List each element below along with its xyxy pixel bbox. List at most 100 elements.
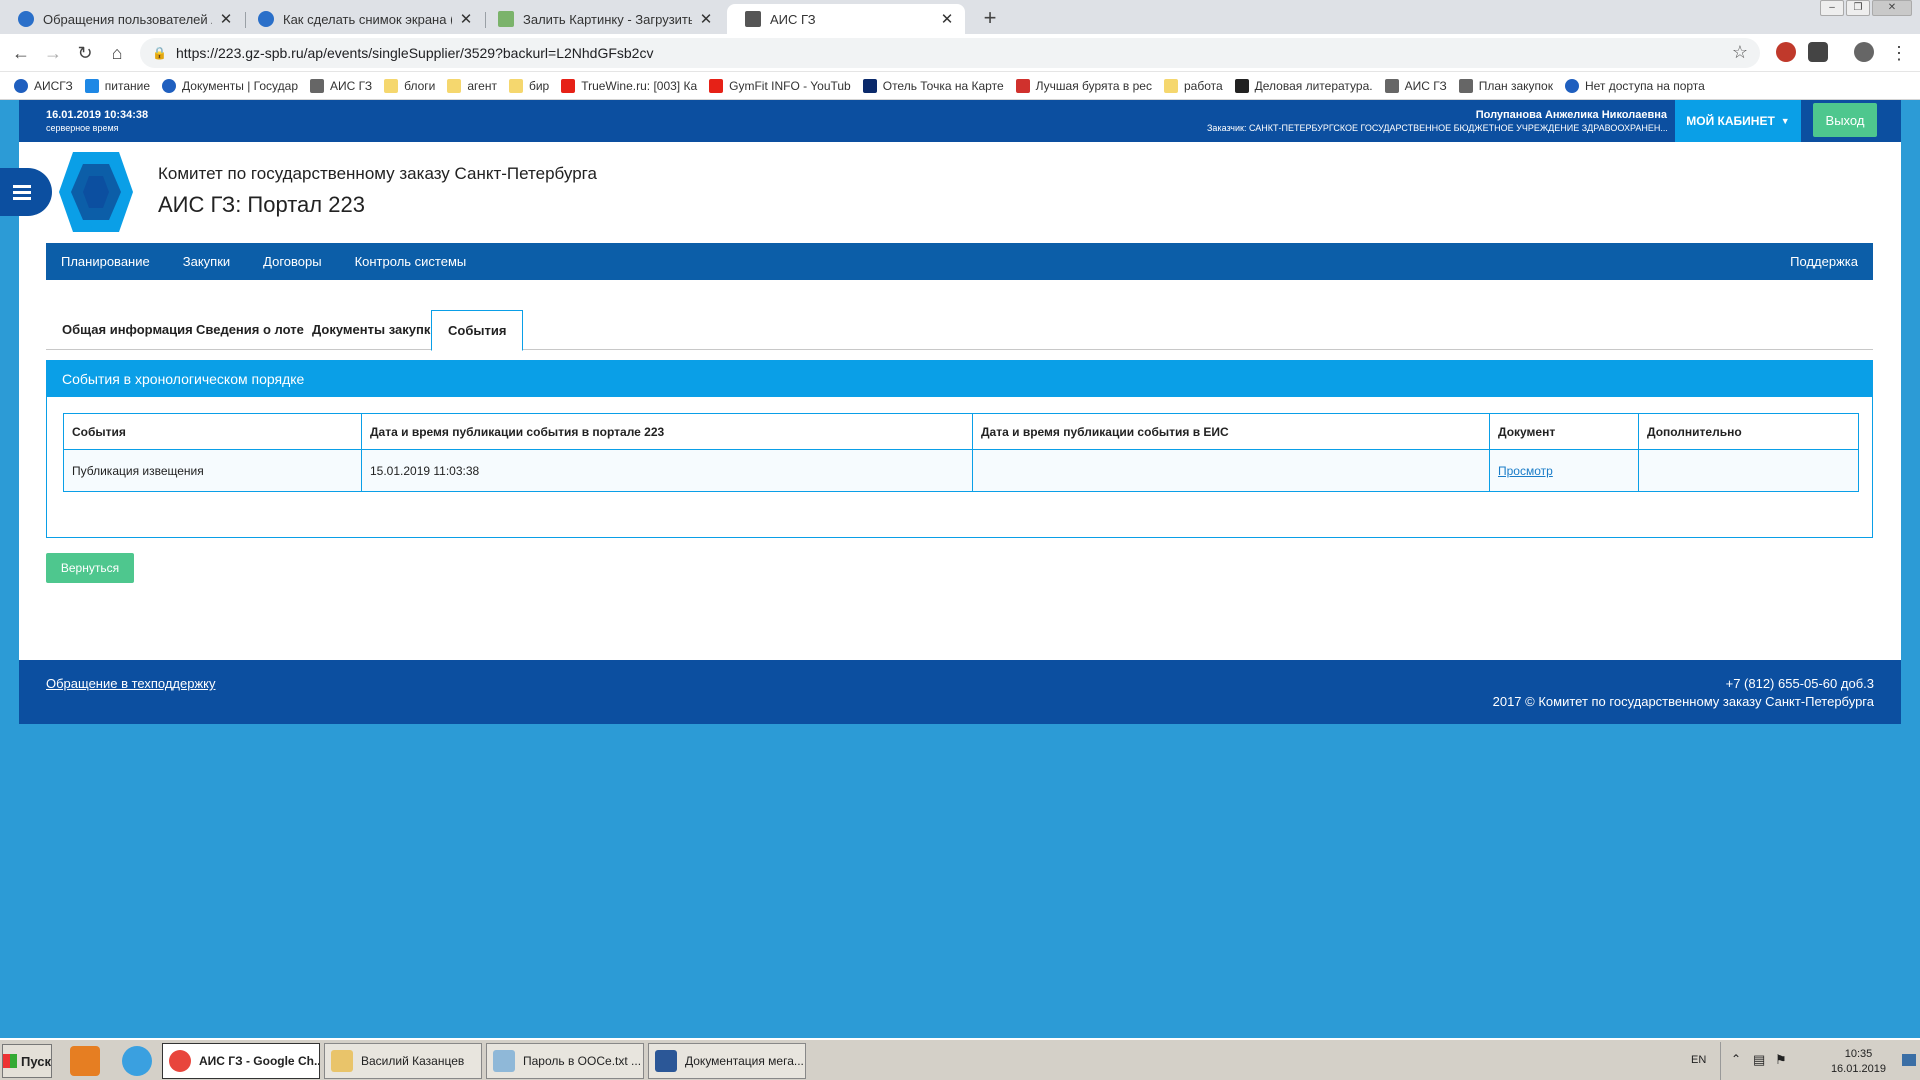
taskbar-item-label: Документация мега... xyxy=(685,1054,804,1068)
bookmark-folder[interactable]: блоги xyxy=(384,78,435,93)
column-header: События xyxy=(63,413,362,450)
bookmark-item[interactable]: План закупок xyxy=(1458,78,1553,93)
bookmark-item[interactable]: АИС ГЗ xyxy=(310,78,373,93)
back-arrow-icon[interactable]: ← xyxy=(8,40,34,66)
back-button[interactable]: Вернуться xyxy=(46,553,134,583)
bookmark-label: План закупок xyxy=(1478,78,1553,93)
minimize-icon[interactable]: – xyxy=(1820,0,1844,16)
menu-dots-icon[interactable]: ⋮ xyxy=(1886,40,1912,66)
bookmark-label: Деловая литература. xyxy=(1254,78,1373,93)
close-icon[interactable]: ✕ xyxy=(458,10,474,28)
bookmark-item[interactable]: GymFit INFO - YouTub xyxy=(709,78,851,93)
new-tab-button[interactable]: + xyxy=(976,4,1004,32)
bookmark-label: Нет доступа на порта xyxy=(1584,78,1705,93)
booking-icon xyxy=(862,78,877,93)
bookmark-item[interactable]: АИС ГЗ xyxy=(1384,78,1447,93)
home-icon[interactable]: ⌂ xyxy=(104,40,130,66)
extra-cell xyxy=(1638,449,1859,492)
nav-item-contracts[interactable]: Договоры xyxy=(263,254,321,269)
forward-arrow-icon[interactable]: → xyxy=(40,40,66,66)
bookmark-item[interactable]: TrueWine.ru: [003] Ка xyxy=(561,78,697,93)
close-icon[interactable]: ✕ xyxy=(218,10,234,28)
browser-tab[interactable]: Обращения пользователей АИСГЗ ✕ xyxy=(0,4,244,34)
window-close-icon[interactable]: ✕ xyxy=(1872,0,1912,16)
profile-avatar-icon[interactable] xyxy=(1854,42,1874,62)
taskbar-item-word[interactable]: Документация мега... xyxy=(648,1043,806,1079)
url-text: https://223.gz-spb.ru/ap/events/singleSu… xyxy=(176,45,654,61)
os-taskbar: Пуск АИС ГЗ - Google Ch... Василий Казан… xyxy=(0,1038,1920,1080)
bookmark-icon xyxy=(84,78,99,93)
bookmark-item[interactable]: Деловая литература. xyxy=(1234,78,1373,93)
taskbar-item-notepad[interactable]: Пароль в ООСе.txt ... xyxy=(486,1043,644,1079)
bookmark-item[interactable]: Нет доступа на порта xyxy=(1564,78,1705,93)
taskbar-item-folder[interactable]: Василий Казанцев xyxy=(324,1043,482,1079)
sidebar-menu-button[interactable] xyxy=(0,168,52,216)
bookmark-label: АИС ГЗ xyxy=(1404,78,1447,93)
tab-events[interactable]: События xyxy=(431,310,524,351)
bookmark-label: Отель Точка на Карте xyxy=(882,78,1004,93)
bookmark-folder[interactable]: бир xyxy=(508,78,549,93)
column-header: Дата и время публикации события в портал… xyxy=(361,413,973,450)
network-icon[interactable]: ▤ xyxy=(1753,1052,1765,1068)
globe-icon xyxy=(18,11,34,27)
folder-icon xyxy=(1163,78,1178,93)
tab-title: Залить Картинку - Загрузить фото xyxy=(523,11,692,27)
show-desktop-icon[interactable] xyxy=(1902,1054,1916,1066)
bookmark-item[interactable]: Документы | Государ xyxy=(162,78,298,93)
internet-explorer-icon[interactable] xyxy=(122,1046,152,1076)
browser-tab[interactable]: Залить Картинку - Загрузить фото ✕ xyxy=(480,4,724,34)
bookmark-folder[interactable]: агент xyxy=(447,78,497,93)
chevron-up-icon[interactable]: ⌃ xyxy=(1731,1052,1741,1066)
extension-icon[interactable] xyxy=(1776,42,1796,62)
media-player-icon[interactable] xyxy=(70,1046,100,1076)
eis-date-cell xyxy=(972,449,1490,492)
bookmark-item[interactable]: Лучшая бурята в рес xyxy=(1015,78,1152,93)
logout-button[interactable]: Выход xyxy=(1813,103,1877,137)
nav-item-purchases[interactable]: Закупки xyxy=(183,254,230,269)
hamburger-icon xyxy=(13,184,31,188)
my-cabinet-button[interactable]: МОЙ КАБИНЕТ ▼ xyxy=(1675,100,1801,142)
bookmark-folder[interactable]: работа xyxy=(1163,78,1223,93)
system-tray: EN ⌃ ▤ ⚑ 10:35 16.01.2019 xyxy=(1691,1042,1920,1080)
reload-icon[interactable]: ↻ xyxy=(72,40,98,66)
tab-title: АИС ГЗ xyxy=(770,11,816,27)
address-bar[interactable]: 🔒 https://223.gz-spb.ru/ap/events/single… xyxy=(140,38,1760,68)
browser-tab-active[interactable]: АИС ГЗ ✕ xyxy=(727,4,965,34)
nav-item-support[interactable]: Поддержка xyxy=(1790,254,1858,269)
view-document-link[interactable]: Просмотр xyxy=(1498,464,1553,478)
page-footer: Обращение в техподдержку +7 (812) 655-05… xyxy=(19,660,1901,724)
star-icon[interactable]: ☆ xyxy=(1732,42,1748,63)
lock-icon: 🔒 xyxy=(152,46,167,60)
image-icon xyxy=(498,11,514,27)
close-icon[interactable]: ✕ xyxy=(939,10,955,28)
close-icon[interactable]: ✕ xyxy=(698,10,714,28)
nav-item-planning[interactable]: Планирование xyxy=(61,254,150,269)
hamburger-icon xyxy=(13,196,31,200)
server-time-label: серверное время xyxy=(46,123,119,133)
flag-icon[interactable]: ⚑ xyxy=(1775,1052,1787,1068)
server-datetime: 16.01.2019 10:34:38 xyxy=(46,109,149,121)
column-header: Документ xyxy=(1489,413,1639,450)
language-indicator[interactable]: EN xyxy=(1691,1054,1706,1066)
bookmark-item[interactable]: АИСГЗ xyxy=(14,78,73,93)
copyright: 2017 © Комитет по государственному заказ… xyxy=(1492,694,1874,709)
bookmark-item[interactable]: Отель Точка на Карте xyxy=(862,78,1004,93)
extension-icon[interactable] xyxy=(1808,42,1828,62)
browser-tab[interactable]: Как сделать снимок экрана (скри ✕ xyxy=(240,4,484,34)
bookmark-label: АИС ГЗ xyxy=(330,78,373,93)
globe-icon xyxy=(14,78,28,93)
start-label: Пуск xyxy=(21,1053,51,1069)
caret-down-icon: ▼ xyxy=(1780,116,1790,126)
clock-time: 10:35 xyxy=(1844,1048,1873,1060)
tools-icon xyxy=(1458,78,1473,93)
restore-icon[interactable]: ❐ xyxy=(1846,0,1870,16)
page-tabs: Общая информация Сведения о лоте Докумен… xyxy=(46,310,1873,351)
nav-item-system-control[interactable]: Контроль системы xyxy=(355,254,467,269)
clock[interactable]: 10:35 16.01.2019 xyxy=(1831,1047,1886,1077)
start-button[interactable]: Пуск xyxy=(2,1044,52,1078)
taskbar-item-label: АИС ГЗ - Google Ch... xyxy=(199,1054,320,1068)
bookmark-item[interactable]: питание xyxy=(84,78,150,93)
youtube-icon xyxy=(561,78,576,93)
taskbar-item-chrome[interactable]: АИС ГЗ - Google Ch... xyxy=(162,1043,320,1079)
support-request-link[interactable]: Обращение в техподдержку xyxy=(46,676,216,691)
